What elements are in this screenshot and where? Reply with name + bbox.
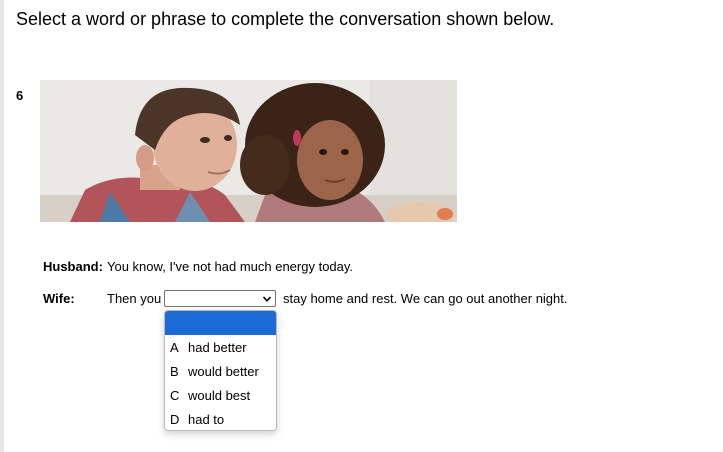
- option-letter: D: [170, 412, 180, 427]
- wife-line-after: stay home and rest. We can go out anothe…: [283, 291, 568, 306]
- option-text: had to: [188, 412, 225, 427]
- option-letter: A: [170, 340, 179, 355]
- answer-dropdown-list: A had better B would better C would best…: [164, 310, 277, 431]
- option-letter: B: [170, 364, 179, 379]
- option-text: would better: [188, 364, 259, 379]
- wife-label: Wife:: [43, 291, 75, 306]
- option-d[interactable]: D had to: [165, 408, 276, 430]
- husband-line: You know, I've not had much energy today…: [107, 259, 354, 274]
- left-margin-bar: [0, 0, 4, 452]
- question-number: 6: [16, 88, 24, 103]
- option-c[interactable]: C would best: [165, 384, 276, 408]
- option-blank[interactable]: [165, 311, 276, 335]
- instruction-text: Select a word or phrase to complete the …: [16, 9, 555, 29]
- option-text: had better: [188, 340, 247, 355]
- option-text: would best: [188, 388, 251, 403]
- husband-label: Husband:: [43, 259, 103, 274]
- chevron-down-icon: [262, 296, 272, 302]
- answer-select[interactable]: [164, 290, 276, 307]
- option-letter: C: [170, 388, 180, 403]
- option-a[interactable]: A had better: [165, 336, 276, 360]
- conversation-photo: [40, 80, 457, 222]
- option-b[interactable]: B would better: [165, 360, 276, 384]
- wife-line-before: Then you: [107, 291, 162, 306]
